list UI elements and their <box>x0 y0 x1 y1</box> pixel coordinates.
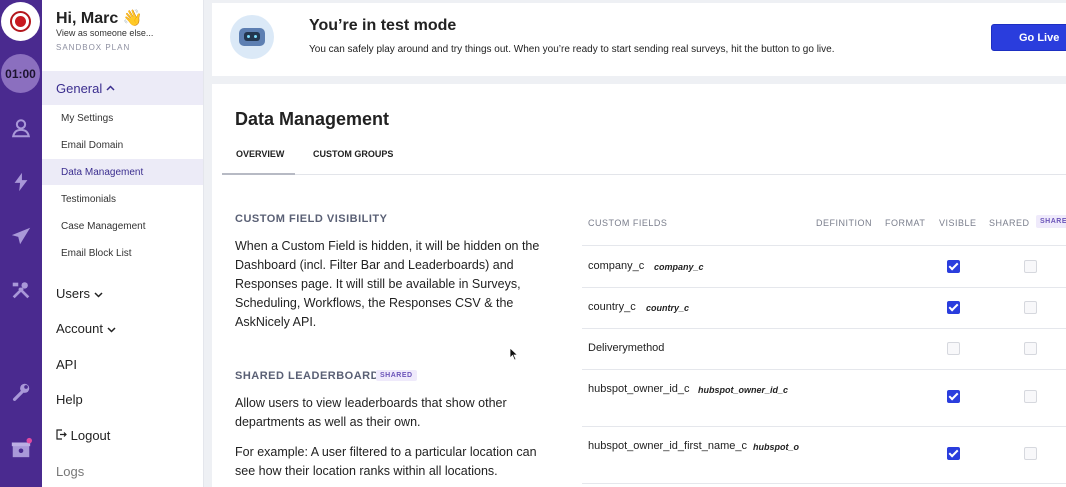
icon-rail: 01:00 <box>0 0 42 487</box>
field-definition: company_c <box>654 262 704 272</box>
data-management-card: Data Management OVERVIEW CUSTOM GROUPS C… <box>212 84 1066 487</box>
chevron-down-icon <box>94 292 103 298</box>
shared-badge: SHARED <box>376 370 417 381</box>
mouse-cursor-icon <box>509 347 519 366</box>
shared-checkbox[interactable] <box>1024 301 1037 314</box>
th-definition: DEFINITION <box>816 218 872 228</box>
active-tab-indicator <box>222 173 295 175</box>
bolt-icon[interactable] <box>7 168 35 196</box>
leaderboard-title: SHARED LEADERBOARD <box>235 370 380 382</box>
field-name: country_c <box>588 301 636 313</box>
nav-general-label: General <box>56 80 103 96</box>
tab-custom-groups[interactable]: CUSTOM GROUPS <box>313 149 393 159</box>
robot-icon <box>230 15 274 59</box>
visible-checkbox[interactable] <box>947 447 960 460</box>
nav-api[interactable]: API <box>56 357 77 372</box>
nav-help[interactable]: Help <box>56 392 83 407</box>
view-as-link[interactable]: View as someone else... <box>56 28 153 38</box>
banner-description: You can safely play around and try thing… <box>309 44 835 55</box>
user-icon[interactable] <box>7 114 35 142</box>
shared-checkbox[interactable] <box>1024 390 1037 403</box>
tabs-divider <box>222 174 1066 175</box>
nav-general[interactable]: General <box>42 71 203 105</box>
visibility-text: When a Custom Field is hidden, it will b… <box>235 239 540 329</box>
th-visible: VISIBLE <box>939 218 977 228</box>
nav-testimonials[interactable]: Testimonials <box>42 186 203 212</box>
field-name: Deliverymethod <box>588 342 665 354</box>
nav-my-settings[interactable]: My Settings <box>42 105 203 131</box>
greeting: Hi, Marc 👋 <box>56 10 143 27</box>
tools-icon[interactable] <box>7 276 35 304</box>
th-shared-badge: SHARE <box>1036 215 1066 228</box>
row-divider <box>582 426 1066 427</box>
field-definition: hubspot_o <box>753 442 799 452</box>
page-title: Data Management <box>235 109 390 129</box>
field-name: hubspot_owner_id_first_name_c <box>588 440 747 452</box>
nav-email-domain[interactable]: Email Domain <box>42 132 203 158</box>
timer-badge: 01:00 <box>1 54 40 93</box>
row-divider <box>582 369 1066 370</box>
field-name: company_c <box>588 260 645 272</box>
row-divider <box>582 287 1066 288</box>
shared-checkbox[interactable] <box>1024 342 1037 355</box>
logout-icon <box>56 429 67 440</box>
visibility-title: CUSTOM FIELD VISIBILITY <box>235 213 388 225</box>
shared-checkbox[interactable] <box>1024 447 1037 460</box>
field-definition: hubspot_owner_id_c <box>698 385 789 395</box>
nav-users-label: Users <box>56 286 90 301</box>
visible-checkbox[interactable] <box>947 301 960 314</box>
th-format: FORMAT <box>885 218 926 228</box>
gift-icon[interactable] <box>7 434 35 462</box>
field-definition: country_c <box>646 303 690 313</box>
chevron-down-icon <box>107 327 116 333</box>
shared-checkbox[interactable] <box>1024 260 1037 273</box>
tab-overview[interactable]: OVERVIEW <box>236 149 284 159</box>
row-divider <box>582 483 1066 484</box>
nav-data-management[interactable]: Data Management <box>42 159 203 185</box>
paper-plane-icon[interactable] <box>7 222 35 250</box>
chevron-up-icon <box>106 83 115 94</box>
nav-users[interactable]: Users <box>56 286 103 301</box>
nav-logout-label: Logout <box>70 428 111 443</box>
nav-logs[interactable]: Logs <box>56 464 84 479</box>
nav-case-management[interactable]: Case Management <box>42 213 203 239</box>
plan-label: SANDBOX PLAN <box>56 43 131 52</box>
visible-checkbox[interactable] <box>947 260 960 273</box>
wrench-icon[interactable] <box>7 378 35 406</box>
th-shared: SHARED <box>989 218 1030 228</box>
test-mode-banner: You’re in test mode You can safely play … <box>212 3 1066 76</box>
banner-title: You’re in test mode <box>309 17 457 34</box>
nav-account[interactable]: Account <box>56 321 116 336</box>
leaderboard-text-1: Allow users to view leaderboards that sh… <box>235 396 507 429</box>
leaderboard-text-2: For example: A user filtered to a partic… <box>235 445 537 478</box>
th-custom-fields: CUSTOM FIELDS <box>588 218 668 228</box>
visible-checkbox[interactable] <box>947 342 960 355</box>
field-name: hubspot_owner_id_c <box>588 383 690 395</box>
nav-account-label: Account <box>56 321 103 336</box>
row-divider <box>582 328 1066 329</box>
nav-logout[interactable]: Logout <box>56 428 110 443</box>
visible-checkbox[interactable] <box>947 390 960 403</box>
go-live-button[interactable]: Go Live <box>991 24 1066 51</box>
nav-email-block-list[interactable]: Email Block List <box>42 240 203 266</box>
row-divider <box>582 245 1066 246</box>
brand-logo-icon[interactable] <box>1 2 40 41</box>
settings-sidebar: Hi, Marc 👋 View as someone else... SANDB… <box>42 0 204 487</box>
